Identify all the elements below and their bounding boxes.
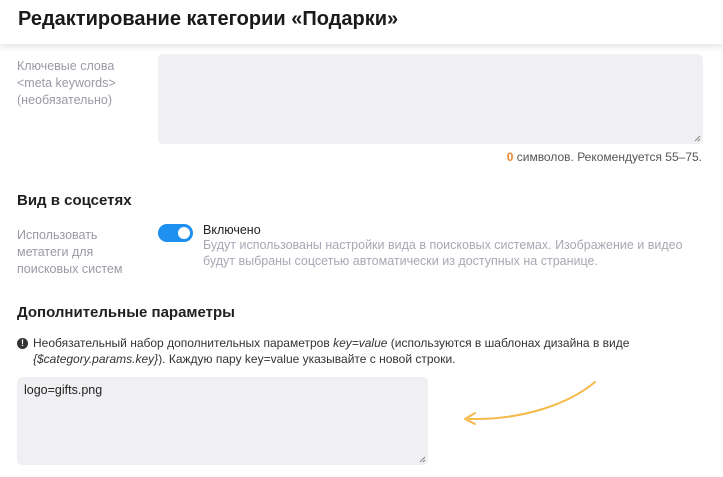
meta-keywords-label: Ключевые слова <meta keywords> (необязат… <box>17 58 116 109</box>
info-var: {$category.params.key} <box>33 352 159 366</box>
params-info-text: Необязательный набор дополнительных пара… <box>33 335 683 367</box>
resize-handle-icon[interactable] <box>419 456 426 463</box>
social-meta-label: Использовать метатеги для поисковых сист… <box>17 227 122 278</box>
toggle-state-label: Включено <box>203 223 261 237</box>
params-section-title: Дополнительные параметры <box>17 304 235 321</box>
curved-arrow-icon <box>464 381 596 425</box>
social-meta-label-line1: Использовать <box>17 228 98 242</box>
info-part1: Необязательный набор дополнительных пара… <box>33 336 334 350</box>
page-title: Редактирование категории «Подарки» <box>18 8 399 30</box>
resize-handle-icon[interactable] <box>694 135 701 142</box>
info-part2: (используются в шаблонах дизайна в виде <box>387 336 630 350</box>
meta-keywords-textarea[interactable] <box>158 54 703 144</box>
toggle-hint: Будут использованы настройки вида в поис… <box>203 238 683 268</box>
meta-keywords-label-line1: Ключевые слова <box>17 59 115 73</box>
social-section-title: Вид в соцсетях <box>17 192 132 209</box>
char-counter-text: символов. Рекомендуется 55–75. <box>513 150 702 164</box>
params-textarea[interactable]: logo=gifts.png <box>17 377 428 465</box>
char-counter: 0 символов. Рекомендуется 55–75. <box>507 150 702 164</box>
social-meta-label-line2: метатеги для <box>17 245 94 259</box>
info-key: key=value <box>333 336 388 350</box>
info-icon: ! <box>17 338 28 349</box>
page-header: Редактирование категории «Подарки» <box>0 0 723 44</box>
meta-keywords-label-line3: (необязательно) <box>17 93 112 107</box>
info-part3: ). Каждую пару key=value указывайте с но… <box>158 352 456 366</box>
meta-keywords-label-line2: <meta keywords> <box>17 76 116 90</box>
toggle-knob <box>178 227 190 239</box>
social-meta-label-line3: поисковых систем <box>17 262 123 276</box>
social-meta-toggle[interactable] <box>158 224 193 242</box>
